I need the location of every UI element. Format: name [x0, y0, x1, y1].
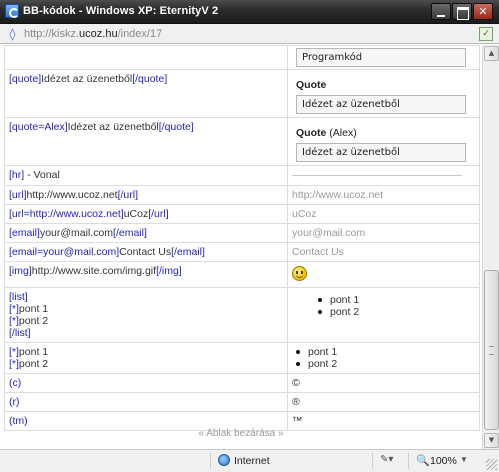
- url-prefix: http://kiskz.: [24, 28, 80, 40]
- bbcode-table: Programkód [quote]Idézet az üzenetből[/q…: [4, 45, 480, 431]
- tag-text: Idézet az üzenetből: [41, 73, 133, 85]
- tag-open: [quote=Alex]: [9, 121, 68, 133]
- quote-box: Idézet az üzenetből: [296, 95, 466, 114]
- address-bar: ◊ http://kiskz.ucoz.hu/index/17 ✓: [0, 24, 499, 44]
- window-title: BB-kódok - Windows XP: EternityV 2: [23, 5, 219, 17]
- tag-close: [/quote]: [158, 121, 194, 133]
- security-zone: Internet: [234, 455, 270, 467]
- protected-mode-icon[interactable]: ✎▾: [380, 454, 402, 465]
- table-row: [email=your@mail.com]Contact Us[/email] …: [4, 242, 480, 262]
- table-row: [hr] - Vonal: [4, 165, 480, 186]
- quote-label: Quote: [296, 79, 327, 91]
- close-icon: ✕: [478, 5, 488, 18]
- url-path: /index/17: [117, 28, 163, 40]
- code-box: Programkód: [296, 48, 466, 67]
- table-row: [email]your@mail.com[/email] your@mail.c…: [4, 223, 480, 243]
- quote-box: Idézet az üzenetből: [296, 143, 466, 162]
- close-window-link[interactable]: « Ablak bezárása »: [0, 428, 482, 439]
- zoom-level[interactable]: 100%: [430, 455, 457, 467]
- tag-text: - Vonal: [24, 169, 60, 181]
- page-content: Programkód [quote]Idézet az üzenetből[/q…: [0, 45, 482, 449]
- minimize-button[interactable]: [431, 3, 451, 20]
- scroll-up-button[interactable]: ▲: [484, 46, 499, 61]
- app-icon: [5, 4, 19, 18]
- tag-open: [quote]: [9, 73, 42, 85]
- contact-link[interactable]: Contact Us: [292, 246, 344, 258]
- table-row: [*]pont 1 [*]pont 2 pont 1 pont 2: [4, 342, 480, 374]
- list-item: pont 1: [292, 346, 475, 358]
- horizontal-rule: [292, 175, 462, 176]
- resize-grip[interactable]: [486, 459, 497, 470]
- copyright-symbol: ©: [292, 377, 300, 389]
- zoom-icon[interactable]: 🔍: [416, 454, 430, 467]
- maximize-button[interactable]: [452, 3, 472, 20]
- quote-author: (Alex): [329, 127, 357, 139]
- list-item: pont 1: [314, 294, 475, 306]
- table-row: [url=http://www.ucoz.net]uCoz[/url] uCoz: [4, 204, 480, 224]
- chevron-down-icon[interactable]: ▼: [460, 455, 468, 464]
- table-row: [url]http://www.ucoz.net[/url] http://ww…: [4, 185, 480, 205]
- quote-label: Quote: [296, 127, 327, 139]
- email-link[interactable]: your@mail.com: [292, 227, 365, 239]
- list-item: pont 2: [314, 306, 475, 318]
- table-row: (c) ©: [4, 373, 480, 393]
- close-button[interactable]: ✕: [473, 3, 493, 20]
- bullet-list: pont 1 pont 2: [292, 346, 475, 370]
- url-host: ucoz.hu: [79, 28, 118, 40]
- scroll-thumb[interactable]: [484, 270, 499, 430]
- list-item: pont 2: [292, 358, 475, 370]
- status-bar: Internet ✎▾ 🔍 100% ▼: [0, 449, 499, 472]
- globe-icon: [218, 454, 230, 466]
- table-row: [list] [*]pont 1 [*]pont 2 [/list] pont …: [4, 287, 480, 343]
- scroll-down-button[interactable]: ▼: [484, 433, 499, 448]
- named-url-link[interactable]: uCoz: [292, 208, 317, 220]
- table-row: Programkód: [4, 45, 480, 70]
- table-row: [img]http://www.site.com/img.gif[/img]: [4, 261, 480, 288]
- title-bar: BB-kódok - Windows XP: EternityV 2 ✕: [0, 0, 499, 24]
- tag-open: [hr]: [9, 169, 25, 181]
- table-row: [quote=Alex]Idézet az üzenetből[/quote] …: [4, 117, 480, 166]
- table-row: [quote]Idézet az üzenetből[/quote] Quote…: [4, 69, 480, 118]
- vertical-scrollbar[interactable]: ▲ ▼: [482, 45, 499, 449]
- security-icon[interactable]: ✓: [479, 27, 493, 41]
- url-link[interactable]: http://www.ucoz.net: [292, 189, 383, 201]
- address-url[interactable]: http://kiskz.ucoz.hu/index/17: [24, 28, 162, 40]
- tag-close: [/quote]: [132, 73, 168, 85]
- bullet-list: pont 1 pont 2: [314, 294, 475, 318]
- table-row: (r) ®: [4, 392, 480, 412]
- page-icon: ◊: [9, 27, 16, 41]
- trademark-symbol: ™: [292, 415, 303, 427]
- tag-text: Idézet az üzenetből: [67, 121, 159, 133]
- smiley-icon: [292, 266, 307, 281]
- registered-symbol: ®: [292, 396, 300, 408]
